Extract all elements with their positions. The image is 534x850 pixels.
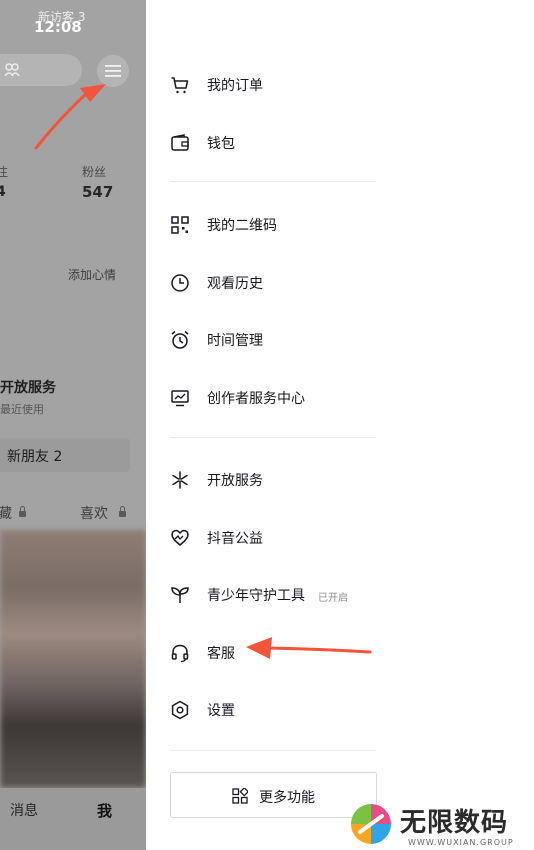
tab-favorites[interactable]: 藏 (0, 503, 12, 523)
menu-item-label: 创作者服务中心 (207, 391, 305, 407)
menu-item-customer-service[interactable]: 客服 (146, 633, 526, 673)
following-count: 4 (0, 184, 6, 200)
grid-icon (232, 788, 248, 804)
menu-item-qrcode[interactable]: 我的二维码 (146, 205, 526, 245)
menu-item-creator-center[interactable]: 创作者服务中心 (146, 378, 526, 418)
divider (170, 437, 376, 438)
following-label: 注 (0, 165, 9, 179)
menu-item-label: 抖音公益 (207, 531, 263, 547)
menu-item-wallet[interactable]: 钱包 (146, 123, 526, 163)
brand-logo-icon (351, 804, 391, 844)
more-features-label: 更多功能 (259, 790, 315, 806)
watermark: 无限数码 WWW.WUXIAN.GROUP (348, 800, 534, 850)
alarm-icon (171, 330, 189, 349)
wallet-icon (171, 134, 189, 151)
new-visitors-label: 新访客 3 (38, 10, 86, 24)
menu-item-time-management[interactable]: 时间管理 (146, 320, 526, 360)
heart-icon (171, 529, 189, 546)
open-service-subtitle: 最近使用 (0, 403, 44, 416)
menu-item-label: 客服 (207, 646, 235, 662)
status-badge: 已开启 (318, 593, 348, 604)
cart-icon (171, 77, 189, 94)
add-mood-button[interactable]: 添加心情 (68, 266, 116, 283)
menu-item-label: 时间管理 (207, 333, 263, 349)
more-features-button[interactable]: 更多功能 (170, 772, 377, 818)
menu-item-label: 我的二维码 (207, 218, 277, 234)
new-friends-label: 新朋友 2 (7, 449, 63, 465)
menu-item-label: 开放服务 (207, 473, 263, 489)
nav-messages[interactable]: 消息 (10, 800, 38, 820)
menu-item-label: 钱包 (207, 136, 235, 152)
lock-icon (19, 506, 26, 517)
watermark-subtext: WWW.WUXIAN.GROUP (408, 838, 514, 847)
menu-item-history[interactable]: 观看历史 (146, 263, 526, 303)
watermark-text: 无限数码 (400, 808, 509, 838)
tab-likes[interactable]: 喜欢 (80, 503, 108, 523)
fans-count: 547 (82, 183, 114, 201)
side-drawer: 我的订单 钱包 我的二维码 观看历史 时间管理 创作者服务中心 开放服务 抖音公… (146, 0, 534, 850)
menu-button[interactable] (97, 55, 129, 87)
monitor-chart-icon (171, 390, 189, 407)
menu-item-youth-protection[interactable]: 青少年守护工具 已开启 (146, 575, 526, 615)
people-icon (4, 63, 20, 77)
menu-item-open-service[interactable]: 开放服务 (146, 460, 526, 500)
menu-item-label: 我的订单 (207, 78, 263, 94)
sprout-icon (171, 587, 189, 603)
hamburger-icon (105, 65, 121, 77)
nav-me[interactable]: 我 (97, 800, 112, 821)
menu-item-label: 青少年守护工具 (207, 588, 305, 604)
new-visitors-button[interactable] (0, 54, 82, 86)
sparkle-icon (172, 471, 188, 489)
hexagon-settings-icon (171, 700, 189, 720)
menu-item-orders[interactable]: 我的订单 (146, 65, 526, 105)
menu-item-charity[interactable]: 抖音公益 (146, 518, 526, 558)
video-thumbnail[interactable] (0, 530, 146, 788)
qrcode-icon (171, 216, 189, 234)
lock-icon (119, 506, 126, 517)
headset-icon (171, 644, 189, 663)
profile-page-dimmed[interactable]: 12:08 新访客 3 注 4 粉丝 547 添加心情 开放服务 最近使用 新朋… (0, 0, 146, 850)
open-service-title[interactable]: 开放服务 (0, 377, 56, 397)
divider (170, 181, 376, 182)
menu-item-label: 设置 (207, 703, 235, 719)
divider (170, 750, 376, 751)
clock-icon (171, 274, 189, 292)
menu-item-settings[interactable]: 设置 (146, 690, 526, 730)
menu-item-label: 观看历史 (207, 276, 263, 292)
fans-label: 粉丝 (82, 165, 107, 179)
